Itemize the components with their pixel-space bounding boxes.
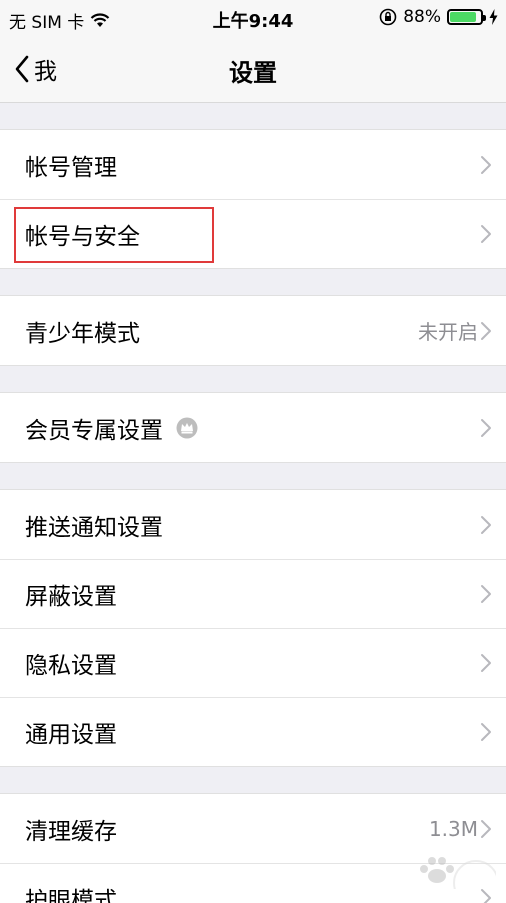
settings-row-label: 会员专属设置 (25, 417, 163, 444)
settings-screen: 无 SIM 卡 上午9:44 88% 我 设置 帐号管理 帐号与安全 青少年模式… (0, 0, 506, 903)
chevron-right-icon (481, 155, 491, 174)
chevron-right-icon (481, 224, 491, 243)
settings-row-label: 青少年模式 (25, 320, 140, 347)
settings-group: 青少年模式 未开启 (0, 295, 506, 366)
group-spacer (0, 767, 506, 793)
chevron-right-icon (481, 819, 491, 838)
status-right: 88% (379, 7, 498, 27)
status-bar: 无 SIM 卡 上午9:44 88% (0, 0, 506, 36)
group-spacer (0, 103, 506, 129)
chevron-right-icon (481, 321, 491, 340)
settings-row[interactable]: 青少年模式 未开启 (0, 296, 506, 365)
crown-icon (176, 417, 198, 438)
row-accessory (478, 584, 492, 604)
orientation-lock-icon (379, 8, 397, 26)
row-accessory (478, 888, 492, 903)
row-accessory: 未开启 (418, 316, 492, 345)
row-label-wrap: 通用设置 (25, 715, 117, 749)
settings-row-label: 清理缓存 (25, 818, 117, 845)
settings-row[interactable]: 推送通知设置 (0, 490, 506, 559)
settings-row-value: 1.3M (428, 816, 478, 841)
row-accessory: 1.3M (429, 817, 492, 841)
row-accessory (478, 418, 492, 438)
row-label-wrap: 帐号与安全 (25, 217, 140, 251)
chevron-right-icon (481, 515, 491, 534)
row-label-wrap: 推送通知设置 (25, 508, 163, 542)
row-label-wrap: 清理缓存 (25, 812, 117, 846)
row-accessory (478, 722, 492, 742)
settings-group: 推送通知设置 屏蔽设置隐私设置通用设置 (0, 489, 506, 767)
settings-group: 会员专属设置 (0, 392, 506, 463)
charging-bolt-icon (489, 9, 498, 25)
row-label-wrap: 屏蔽设置 (25, 577, 117, 611)
group-spacer (0, 463, 506, 489)
row-accessory (478, 155, 492, 175)
chevron-right-icon (481, 418, 491, 437)
settings-row-value: 未开启 (418, 320, 478, 344)
row-label-wrap: 会员专属设置 (25, 411, 199, 445)
row-label-wrap: 帐号管理 (25, 148, 117, 182)
row-label-wrap: 护眼模式 (25, 881, 117, 903)
row-accessory (478, 224, 492, 244)
settings-row-label: 帐号与安全 (25, 223, 140, 250)
row-label-wrap: 隐私设置 (25, 646, 117, 680)
navigation-bar: 我 设置 (0, 36, 506, 103)
settings-row[interactable]: 隐私设置 (0, 628, 506, 697)
page-title: 设置 (229, 59, 277, 87)
chevron-right-icon (481, 653, 491, 672)
battery-percent: 88% (403, 7, 441, 27)
group-spacer (0, 366, 506, 392)
battery-fill (450, 12, 476, 22)
chevron-right-icon (481, 722, 491, 741)
settings-row-label: 隐私设置 (25, 652, 117, 679)
settings-row-label: 帐号管理 (25, 154, 117, 181)
settings-row[interactable]: 通用设置 (0, 697, 506, 766)
settings-group: 帐号管理 帐号与安全 (0, 129, 506, 269)
settings-row-label: 通用设置 (25, 721, 117, 748)
settings-row-label: 护眼模式 (25, 887, 117, 903)
row-accessory (478, 515, 492, 535)
settings-list: 帐号管理帐号与安全青少年模式 未开启会员专属设置 推送通知设置 屏蔽设置隐私设置通用设… (0, 103, 506, 903)
settings-row[interactable]: 会员专属设置 (0, 393, 506, 462)
settings-row[interactable]: 屏蔽设置 (0, 559, 506, 628)
settings-row[interactable]: 帐号管理 (0, 130, 506, 199)
chevron-right-icon (481, 584, 491, 603)
settings-row-label: 推送通知设置 (25, 514, 163, 541)
watermark-logo (420, 857, 496, 889)
row-accessory (478, 653, 492, 673)
settings-row-label: 屏蔽设置 (25, 583, 117, 610)
chevron-right-icon (481, 888, 491, 903)
row-label-wrap: 青少年模式 (25, 314, 140, 348)
group-spacer (0, 269, 506, 295)
settings-row[interactable]: 帐号与安全 (0, 199, 506, 268)
battery-icon (447, 9, 486, 25)
